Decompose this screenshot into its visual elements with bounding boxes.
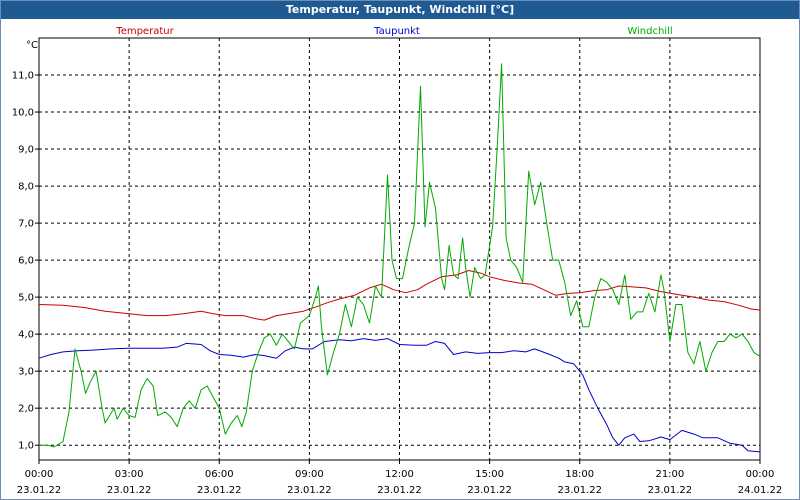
y-axis: 1,0 2,0 3,0 4,0 5,0 6,0 7,0 8,0 9,0 10,0 11,0 — [12, 71, 39, 452]
x-tick-date: 23.01.22 — [287, 485, 332, 496]
y-tick-label: 3,0 — [18, 367, 34, 378]
x-tick-date: 23.01.22 — [467, 485, 512, 496]
y-tick-label: 11,0 — [12, 71, 34, 82]
legend: Temperatur Taupunkt Windchill — [115, 26, 672, 37]
x-tick-time: 00:00 — [746, 469, 775, 480]
y-axis-unit: °C — [26, 40, 38, 51]
legend-item-taupunkt: Taupunkt — [373, 26, 420, 37]
x-tick-time: 06:00 — [205, 469, 234, 480]
x-tick-time: 18:00 — [565, 469, 594, 480]
x-tick-date: 23.01.22 — [197, 485, 242, 496]
y-tick-label: 8,0 — [18, 182, 34, 193]
x-axis: 00:00 23.01.22 03:00 23.01.22 06:00 23.01.22 0… — [17, 460, 783, 496]
x-tick-time: 00:00 — [25, 469, 54, 480]
y-tick-label: 2,0 — [18, 404, 34, 415]
x-tick-time: 15:00 — [475, 469, 504, 480]
legend-item-windchill: Windchill — [627, 26, 672, 37]
x-tick-date: 23.01.22 — [557, 485, 602, 496]
x-tick-time: 12:00 — [385, 469, 414, 480]
x-tick-time: 09:00 — [295, 469, 324, 480]
x-tick-date: 24.01.22 — [738, 485, 783, 496]
x-tick-date: 23.01.22 — [17, 485, 62, 496]
x-tick-date: 23.01.22 — [377, 485, 422, 496]
y-tick-label: 7,0 — [18, 219, 34, 230]
x-tick-date: 23.01.22 — [648, 485, 693, 496]
y-tick-label: 4,0 — [18, 330, 34, 341]
x-tick-time: 21:00 — [655, 469, 684, 480]
y-tick-label: 9,0 — [18, 145, 34, 156]
y-tick-label: 1,0 — [18, 441, 34, 452]
y-tick-label: 10,0 — [12, 108, 34, 119]
x-tick-time: 03:00 — [115, 469, 144, 480]
y-tick-label: 6,0 — [18, 256, 34, 267]
chart-canvas: 1,0 2,0 3,0 4,0 5,0 6,0 7,0 8,0 9,0 10,0 11,0 00:0… — [12, 26, 783, 496]
legend-item-temperatur: Temperatur — [115, 26, 174, 37]
x-tick-date: 23.01.22 — [107, 485, 152, 496]
y-tick-label: 5,0 — [18, 293, 34, 304]
